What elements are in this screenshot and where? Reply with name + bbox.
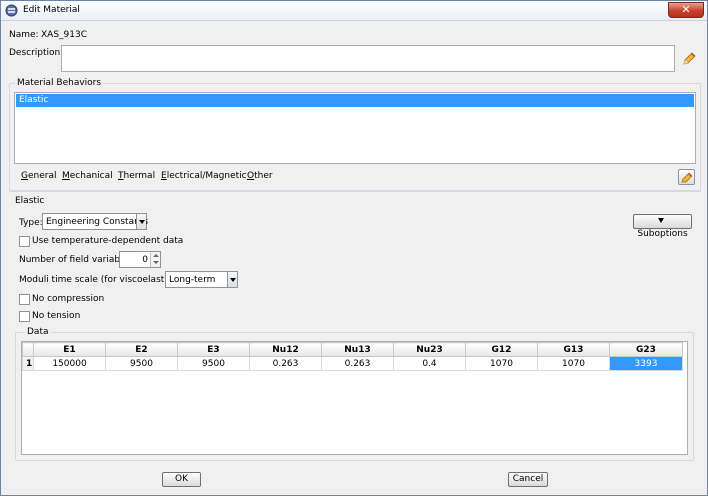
suboptions-label: Suboptions [637,229,688,239]
close-button[interactable]: ✕ [668,2,704,18]
material-behaviors-title: Material Behaviors [15,78,104,88]
row-index[interactable]: 1 [22,356,34,371]
spinner-down-icon [153,261,159,264]
table-cell-nu13[interactable]: 0.263 [321,356,394,371]
data-table[interactable]: E1 E2 E3 Nu12 Nu13 Nu23 G12 G13 G23 1 15… [22,342,683,371]
name-value: XAS_913C [41,30,87,40]
field-vars-value: 0 [142,255,148,265]
menu-general-accel: G [21,171,28,181]
cancel-button[interactable]: Cancel [508,472,548,487]
ok-button[interactable]: OK [162,472,201,487]
menu-mechanical[interactable]: Mechanical [62,171,113,181]
column-header[interactable]: G23 [609,342,683,357]
edit-material-dialog: Edit Material ✕ Name: XAS_913C Descripti… [0,0,708,496]
no-tension-label: No tension [32,311,81,321]
spinner-buttons[interactable] [150,252,160,267]
table-cell-nu23[interactable]: 0.4 [393,356,466,371]
no-compression-label: No compression [32,294,105,304]
triangle-down-icon [658,218,664,223]
column-header[interactable]: E3 [177,342,250,357]
column-header[interactable]: Nu12 [249,342,322,357]
moduli-select[interactable]: Long-term [165,271,238,288]
description-label: Description: [9,48,64,58]
column-header[interactable]: Nu13 [321,342,394,357]
table-cell-nu12[interactable]: 0.263 [249,356,322,371]
corner-header [22,342,34,357]
behavior-item-elastic[interactable]: Elastic [16,94,694,107]
temp-dependent-checkbox[interactable] [19,236,30,247]
table-header-row: E1 E2 E3 Nu12 Nu13 Nu23 G12 G13 G23 [22,342,683,357]
elastic-section-title: Elastic [15,196,45,206]
suboptions-button[interactable]: Suboptions [633,214,692,239]
menu-electrical-rest: lectrical/Magnetic [166,171,247,181]
chevron-down-icon [136,214,146,229]
spinner-up-icon [153,254,159,257]
menu-mechanical-rest: echanical [69,171,113,181]
column-header[interactable]: G12 [465,342,538,357]
column-header[interactable]: E2 [105,342,178,357]
temp-dependent-label: Use temperature-dependent data [32,236,184,246]
pencil-eraser-icon [681,172,693,183]
type-select[interactable]: Engineering Constants [42,213,149,230]
close-icon: ✕ [681,3,691,16]
delete-behavior-button[interactable] [678,169,695,185]
window-title: Edit Material [23,5,80,15]
edit-material-icon [5,4,18,17]
table-cell-g12[interactable]: 1070 [465,356,538,371]
menu-mechanical-accel: M [62,171,70,181]
column-header[interactable]: G13 [537,342,610,357]
menu-other[interactable]: Other [247,171,273,181]
moduli-select-value: Long-term [169,275,216,285]
table-cell-e3[interactable]: 9500 [177,356,250,371]
table-cell-g23[interactable]: 3393 [609,356,683,371]
menu-general-rest: eneral [27,171,57,181]
menu-thermal[interactable]: Thermal [118,171,155,181]
material-behaviors-list[interactable]: Elastic [14,92,696,164]
data-table-frame: E1 E2 E3 Nu12 Nu13 Nu23 G12 G13 G23 1 15… [21,341,688,455]
section-separator [9,191,701,192]
table-cell-g13[interactable]: 1070 [537,356,610,371]
description-input[interactable] [61,45,675,72]
table-row: 1 150000 9500 9500 0.263 0.263 0.4 1070 … [22,356,683,371]
type-label: Type: [19,218,43,228]
field-vars-spinner[interactable]: 0 [119,251,161,268]
column-header[interactable]: Nu23 [393,342,466,357]
no-tension-checkbox[interactable] [19,311,30,322]
table-cell-e1[interactable]: 150000 [33,356,106,371]
menu-other-rest: ther [254,171,273,181]
table-cell-e2[interactable]: 9500 [105,356,178,371]
name-label: Name: [9,30,39,40]
menu-general[interactable]: General [21,171,56,181]
menu-thermal-rest: hermal [123,171,156,181]
type-select-value: Engineering Constants [46,217,149,227]
pencil-icon[interactable] [681,51,697,67]
no-compression-checkbox[interactable] [19,294,30,305]
column-header[interactable]: E1 [33,342,106,357]
chevron-down-icon [227,272,237,287]
title-bar[interactable]: Edit Material ✕ [1,1,707,21]
menu-electrical-magnetic[interactable]: Electrical/Magnetic [161,171,247,181]
data-group-title: Data [25,327,51,337]
